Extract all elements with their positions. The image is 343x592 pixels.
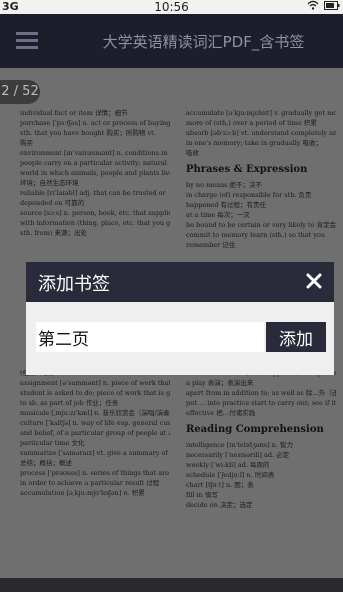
dialog-header: 添加书签 bbox=[26, 262, 334, 302]
text-line: purchase [ˈpɜːtʃəs] n. act or process of… bbox=[20, 119, 170, 127]
text-line: intelligence [ɪnˈtelɪdʒəns] n. 智力 bbox=[186, 441, 294, 449]
reading-heading: Reading Comprehension bbox=[186, 424, 324, 435]
menu-icon[interactable] bbox=[16, 32, 38, 50]
text-line: weekly [ˈwiːkli] ad. 每周的 bbox=[186, 461, 270, 469]
add-bookmark-button[interactable]: 添加 bbox=[266, 322, 326, 352]
text-line: chart [tʃɑːt] n. 图；表 bbox=[186, 481, 254, 489]
text-line: accumulation [əˌkjuːmjʊˈleɪʃən] n. 积累 bbox=[20, 489, 145, 497]
app-bar: 大学英语精读词汇PDF_含书签 bbox=[0, 14, 343, 68]
text-line: apart from in addition to; as well as 除…… bbox=[186, 389, 336, 397]
text-line: absorb [əbˈsɔːb] vt. understand complete… bbox=[186, 129, 336, 137]
battery-icon bbox=[324, 1, 340, 10]
text-line: source [sɔːs] n. person, book, etc. that… bbox=[20, 209, 170, 217]
status-time: 10:56 bbox=[154, 0, 189, 14]
text-line: decide on 决定；选定 bbox=[186, 501, 253, 509]
text-line: environment [ɪnˈvaɪrənmənt] n. condition… bbox=[20, 149, 170, 157]
text-line: put ... into practice start to carry out… bbox=[186, 399, 336, 407]
dialog-body: 添加 bbox=[26, 302, 334, 375]
text-line: necessarily [ˈnesɪsərɪli] ad. 必定 bbox=[186, 451, 290, 459]
text-line: process [ˈprəʊses] n. series of things t… bbox=[20, 469, 170, 477]
text-line: with information (thing, place, etc. tha… bbox=[20, 219, 170, 227]
bookmark-name-input[interactable] bbox=[36, 322, 264, 352]
right-column-lower: act out show how (sth.) happened; as if … bbox=[186, 368, 336, 510]
text-line: by no means 绝不；决不 bbox=[186, 181, 263, 189]
text-line: to sb. as part of job 作业；任务 bbox=[20, 399, 119, 407]
text-line: 环境；自然生态环境 bbox=[20, 179, 79, 187]
phrases-heading: Phrases & Expression bbox=[186, 164, 308, 175]
text-line: 购买 bbox=[20, 139, 33, 147]
text-line: student is asked to do; piece of work th… bbox=[20, 389, 170, 397]
text-line: at a time 每次；一次 bbox=[186, 211, 250, 219]
text-line: in order to achieve a particular result … bbox=[20, 479, 160, 487]
page-indicator: 2 / 52 bbox=[0, 80, 40, 104]
text-line: summarize [ˈsʌməraɪz] vt. give a summary… bbox=[20, 449, 170, 457]
document-title: 大学英语精读词汇PDF_含书签 bbox=[102, 33, 305, 51]
text-line: accumulate [əˈkjuːmjʊleɪt] v. gradually … bbox=[186, 109, 336, 117]
text-line: fill in 填写 bbox=[186, 491, 218, 499]
text-line: depended on 可靠的 bbox=[20, 199, 85, 207]
text-line: culture [ˈkʌltʃə] n. way of life esp. ge… bbox=[20, 419, 170, 427]
text-line: musicale [ˌmjuːzɪˈkæl] n. 音乐欣赏会（演唱/演奏） bbox=[20, 409, 170, 417]
text-line: be bound to be certain or very likely to… bbox=[186, 221, 336, 229]
text-line: world in which animals, people and plant… bbox=[20, 169, 170, 177]
text-line: and belief, of a particular group of peo… bbox=[20, 429, 170, 437]
add-bookmark-dialog: 添加书签 添加 bbox=[26, 262, 334, 375]
text-line: reliable [rɪˈlaɪəbl] adj. that can be tr… bbox=[20, 189, 166, 197]
text-line: particular time 文化 bbox=[20, 439, 85, 447]
left-column-lower: (任务) 的某人assignment [əˈsaɪnmənt] n. piece… bbox=[20, 368, 170, 498]
text-line: in one's memory; take in gradually 吸收； bbox=[186, 139, 323, 147]
wifi-icon bbox=[307, 0, 318, 10]
text-line: commit to memory learn (sth.) so that yo… bbox=[186, 231, 326, 239]
close-icon[interactable] bbox=[302, 269, 326, 293]
bottom-bar bbox=[0, 578, 343, 592]
text-line: people carry on a particular activity; n… bbox=[20, 159, 167, 167]
text-line: individual fact or item 详情；细节 bbox=[20, 109, 128, 117]
text-line: 吸收 bbox=[186, 149, 199, 157]
status-bar: 3G 10:56 bbox=[0, 0, 343, 14]
status-icons bbox=[307, 0, 341, 13]
text-line: in charge (of) responsible for sth. 负责 bbox=[186, 191, 312, 199]
text-line: a play 表演；表演出来 bbox=[186, 379, 254, 387]
text-line: 总结；概括；概述 bbox=[20, 459, 72, 467]
text-line: schedule [ˈʃedjuːl] n. 时间表 bbox=[186, 471, 275, 479]
dialog-title: 添加书签 bbox=[38, 274, 110, 295]
text-line: more of (sth.) over a period of time 积累 bbox=[186, 119, 317, 127]
text-line: effective 把…付诸实践 bbox=[186, 409, 256, 417]
text-line: sth. from) 来源；出处 bbox=[20, 229, 87, 237]
text-line: happened 有过程；有责任 bbox=[186, 201, 266, 209]
text-line: assignment [əˈsaɪnmənt] n. piece of work… bbox=[20, 379, 170, 387]
right-column: accumulate [əˈkjuːmjʊleɪt] v. gradually … bbox=[186, 108, 336, 250]
text-line: remember 记住 bbox=[186, 241, 236, 249]
left-column: individual fact or item 详情；细节 purchase [ˈ… bbox=[20, 108, 170, 238]
text-line: sth. that you have bought 购买；所购物 vt. bbox=[20, 129, 156, 137]
